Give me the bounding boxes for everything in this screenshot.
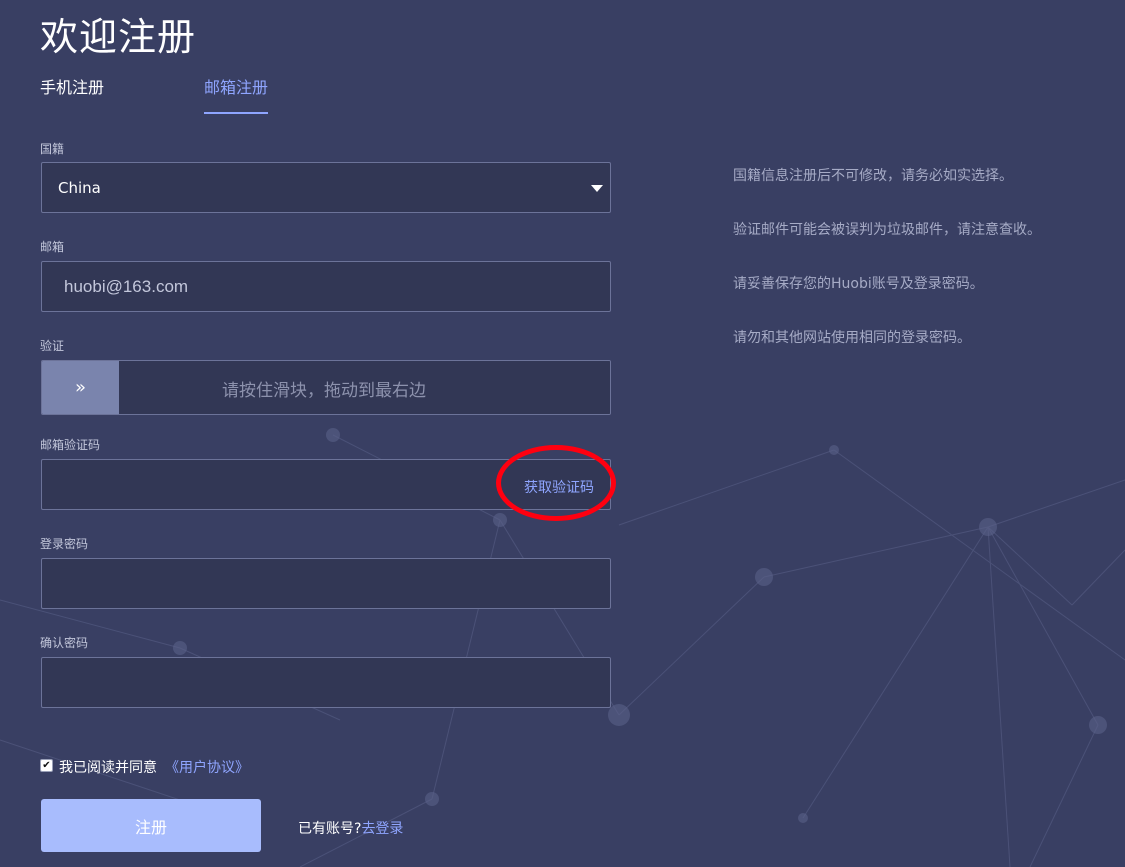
email-code-label: 邮箱验证码 [40, 438, 101, 452]
email-field[interactable] [42, 262, 610, 311]
slider-captcha: » 请按住滑块，拖动到最右边 [41, 360, 611, 415]
password-field[interactable] [42, 559, 610, 608]
agreement-checkbox[interactable]: ✔ [40, 758, 53, 772]
password-label: 登录密码 [40, 537, 89, 551]
nationality-value: China [58, 179, 101, 197]
tab-email-register[interactable]: 邮箱注册 [204, 78, 269, 114]
email-field-box [41, 261, 611, 312]
tip-item: 请勿和其他网站使用相同的登录密码。 [733, 330, 971, 346]
tip-item: 请妥善保存您的Huobi账号及登录密码。 [733, 276, 984, 292]
verify-label: 验证 [40, 339, 65, 353]
agreement-text: 我已阅读并同意 [59, 760, 157, 776]
confirm-password-field[interactable] [42, 658, 610, 707]
login-prompt-text: 已有账号? [298, 821, 362, 837]
registration-page: 欢迎注册 手机注册 邮箱注册 国籍 China 邮箱 验证 » 请按住滑块，拖动… [0, 0, 1125, 867]
email-label: 邮箱 [40, 240, 65, 254]
slider-hint: 请按住滑块，拖动到最右边 [222, 381, 426, 401]
slider-handle[interactable]: » [42, 361, 119, 414]
highlight-annotation [496, 445, 616, 521]
email-code-field[interactable] [42, 460, 482, 509]
register-button[interactable]: 注册 [41, 799, 261, 852]
caret-down-icon [591, 185, 603, 192]
password-box [41, 558, 611, 609]
login-link[interactable]: 去登录 [361, 821, 403, 837]
tip-item: 国籍信息注册后不可修改，请务必如实选择。 [733, 168, 1013, 184]
tips-panel: 国籍信息注册后不可修改，请务必如实选择。 验证邮件可能会被误判为垃圾邮件，请注意… [733, 166, 1113, 382]
nationality-select[interactable]: China [41, 162, 611, 213]
content-layer: 欢迎注册 手机注册 邮箱注册 国籍 China 邮箱 验证 » 请按住滑块，拖动… [0, 0, 1125, 867]
double-chevron-right-icon: » [74, 377, 86, 398]
tab-phone-register[interactable]: 手机注册 [40, 78, 104, 112]
login-prompt: 已有账号?去登录 [298, 818, 403, 838]
tip-item: 验证邮件可能会被误判为垃圾邮件，请注意查收。 [733, 222, 1041, 238]
agreement-row: ✔ 我已阅读并同意 《用户协议》 [40, 757, 249, 777]
user-agreement-link[interactable]: 《用户协议》 [165, 757, 249, 777]
page-title: 欢迎注册 [40, 15, 197, 59]
confirm-password-label: 确认密码 [40, 636, 89, 650]
nationality-label: 国籍 [40, 142, 65, 156]
confirm-password-box [41, 657, 611, 708]
